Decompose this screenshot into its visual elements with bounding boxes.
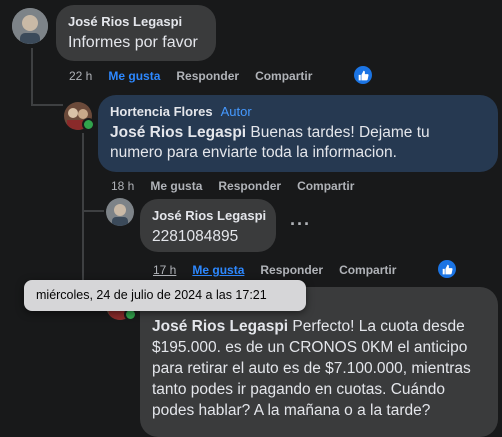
- like-button[interactable]: Me gusta: [192, 263, 244, 277]
- comment-text: José Rios Legaspi Perfecto! La cuota des…: [152, 318, 471, 419]
- avatar[interactable]: [106, 198, 134, 226]
- comment-bubble: Hortencia Flores Autor José Rios Legaspi …: [98, 95, 498, 172]
- profile-photo-icon: [12, 8, 48, 44]
- comment-author[interactable]: José Rios Legaspi: [152, 208, 266, 223]
- reply-button[interactable]: Responder: [176, 69, 239, 83]
- comment-text: José Rios Legaspi Buenas tardes! Dejame …: [110, 124, 430, 161]
- comment-time[interactable]: 17 h: [153, 263, 176, 277]
- share-button[interactable]: Compartir: [339, 263, 396, 277]
- more-options-icon[interactable]: ···: [290, 214, 311, 235]
- share-button[interactable]: Compartir: [255, 69, 312, 83]
- thumbs-up-icon[interactable]: [354, 66, 372, 84]
- thread-line: [31, 48, 33, 106]
- author-badge: Autor: [220, 104, 252, 119]
- comment-time[interactable]: 22 h: [69, 69, 92, 83]
- timestamp-tooltip: miércoles, 24 de julio de 2024 a las 17:…: [24, 280, 306, 311]
- avatar[interactable]: [12, 8, 48, 44]
- profile-photo-icon: [106, 198, 134, 226]
- comment-actions: 22 h Me gusta Responder Compartir: [69, 69, 328, 83]
- share-button[interactable]: Compartir: [297, 179, 354, 193]
- reply-button[interactable]: Responder: [260, 263, 323, 277]
- comment-text: 2281084895: [152, 228, 239, 245]
- online-status-indicator: [82, 118, 95, 131]
- comment-time[interactable]: 18 h: [111, 179, 134, 193]
- comment-actions: 18 h Me gusta Responder Compartir: [111, 179, 370, 193]
- comment-bubble: José Rios Legaspi Informes por favor: [56, 5, 216, 61]
- mention-link[interactable]: José Rios Legaspi: [110, 124, 246, 141]
- thread-line: [82, 210, 104, 212]
- comment-text: Informes por favor: [68, 34, 198, 51]
- thread-line: [82, 133, 84, 298]
- like-button[interactable]: Me gusta: [108, 69, 160, 83]
- reply-button[interactable]: Responder: [218, 179, 281, 193]
- mention-link[interactable]: José Rios Legaspi: [152, 318, 288, 335]
- comment-author[interactable]: José Rios Legaspi: [68, 14, 204, 29]
- thread-line: [31, 104, 63, 106]
- like-button[interactable]: Me gusta: [150, 179, 202, 193]
- comment-bubble: José Rios Legaspi 2281084895: [140, 199, 276, 252]
- thumbs-up-icon[interactable]: [438, 260, 456, 278]
- comment-actions: 17 h Me gusta Responder Compartir: [153, 263, 412, 277]
- comment-author[interactable]: Hortencia Flores: [110, 104, 213, 119]
